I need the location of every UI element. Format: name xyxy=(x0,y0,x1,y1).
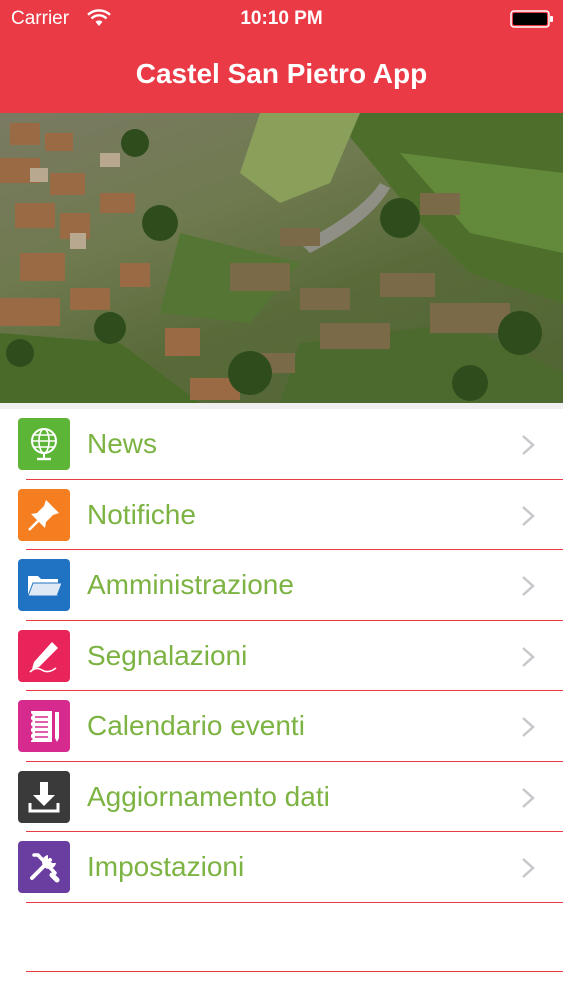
pencil-icon xyxy=(18,629,70,682)
main-menu: News Notifiche Amministrazione Segnalazi… xyxy=(0,409,563,903)
notepad-icon xyxy=(18,700,70,752)
menu-item-label: News xyxy=(87,428,158,459)
chevron-right-icon xyxy=(522,505,535,526)
row-divider xyxy=(26,971,563,972)
globe-icon xyxy=(18,418,70,470)
menu-item-news[interactable]: News xyxy=(0,409,563,480)
menu-item-label: Segnalazioni xyxy=(87,639,248,671)
chevron-right-icon xyxy=(522,787,535,808)
chevron-right-icon xyxy=(522,576,535,596)
menu-item-notifiche[interactable]: Notifiche xyxy=(0,480,563,550)
empty-list-row xyxy=(0,902,563,972)
menu-item-label: Impostazioni xyxy=(87,851,245,882)
menu-item-impostazioni[interactable]: Impostazioni xyxy=(0,832,563,903)
download-icon xyxy=(18,770,70,823)
menu-item-label: Notifiche xyxy=(87,498,196,530)
menu-item-segnalazioni[interactable]: Segnalazioni xyxy=(0,621,563,691)
folder-icon xyxy=(18,559,70,611)
menu-item-label: Aggiornamento dati xyxy=(87,780,330,812)
tools-icon xyxy=(18,841,70,893)
status-time: 10:10 PM xyxy=(240,8,323,29)
status-bar: Carrier 10:10 PM xyxy=(0,0,563,38)
top-bar: Carrier 10:10 PM Castel San Pietro App xyxy=(0,0,563,113)
chevron-right-icon xyxy=(522,858,535,878)
menu-item-label: Amministrazione xyxy=(87,569,294,600)
page-title: Castel San Pietro App xyxy=(135,58,428,89)
chevron-right-icon xyxy=(522,646,535,667)
menu-item-label: Calendario eventi xyxy=(87,710,305,741)
menu-item-amministrazione[interactable]: Amministrazione xyxy=(0,550,563,621)
chevron-right-icon xyxy=(522,717,535,737)
menu-item-calendario-eventi[interactable]: Calendario eventi xyxy=(0,691,563,762)
battery-icon xyxy=(510,10,553,28)
hero-town-image xyxy=(0,113,563,403)
pin-icon xyxy=(18,488,70,541)
chevron-right-icon xyxy=(522,435,535,455)
menu-item-aggiornamento-dati[interactable]: Aggiornamento dati xyxy=(0,762,563,832)
